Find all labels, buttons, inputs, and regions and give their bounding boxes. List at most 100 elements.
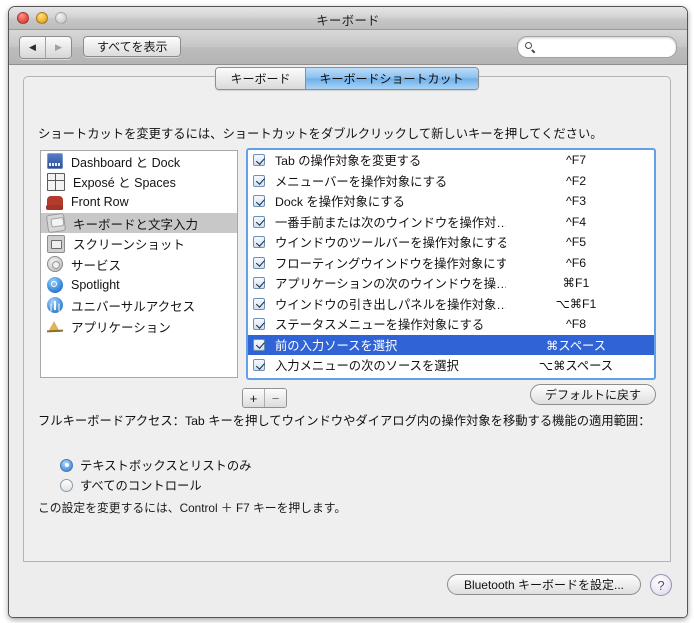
table-row[interactable]: Dock を操作対象にする ^F3 bbox=[248, 191, 654, 212]
settings-note: この設定を変更するには、Control ＋ F7 キーを押します。 bbox=[38, 501, 347, 515]
window-title: キーボード bbox=[316, 14, 380, 28]
radio-button[interactable] bbox=[60, 478, 73, 492]
category-label: Front Row bbox=[71, 195, 129, 210]
shortcut-name: Dock を操作対象にする bbox=[275, 195, 405, 210]
shortcut-key[interactable]: ⌥⌘スペース bbox=[506, 356, 654, 374]
category-row-universal-access[interactable]: ユニバーサルアクセス bbox=[41, 295, 237, 316]
title-bar: キーボード bbox=[9, 7, 687, 30]
table-row[interactable]: ウインドウの引き出しパネルを操作対象… ⌥⌘F1 bbox=[248, 294, 654, 315]
category-row-spotlight[interactable]: Spotlight bbox=[41, 275, 237, 296]
shortcut-name: メニューバーを操作対象にする bbox=[275, 174, 448, 189]
tab-keyboard-shortcuts[interactable]: キーボードショートカット bbox=[304, 68, 478, 89]
shortcut-name: ウインドウのツールバーを操作対象にする bbox=[275, 236, 506, 251]
back-arrow-icon[interactable]: ◀ bbox=[20, 37, 45, 58]
shortcut-name: ステータスメニューを操作対象にする bbox=[275, 318, 485, 333]
table-row[interactable]: ウインドウのツールバーを操作対象にする ^F5 bbox=[248, 232, 654, 253]
shortcut-checkbox[interactable] bbox=[253, 256, 265, 269]
search-input[interactable] bbox=[527, 40, 685, 54]
category-row-keyboard-text-input[interactable]: キーボードと文字入力 bbox=[41, 212, 237, 234]
table-row[interactable]: メニューバーを操作対象にする ^F2 bbox=[248, 171, 654, 192]
remove-shortcut-button: − bbox=[264, 389, 286, 407]
category-label: Exposé と Spaces bbox=[73, 176, 176, 191]
shortcut-name: フローティングウインドウを操作対象にする bbox=[275, 256, 506, 271]
shortcuts-list[interactable]: Tab の操作対象を変更する ^F7 メニューバーを操作対象にする ^F2 Do… bbox=[246, 148, 656, 380]
shortcut-key[interactable]: ⌘F1 bbox=[506, 276, 654, 290]
screenshot-icon bbox=[47, 234, 65, 253]
front-row-icon bbox=[45, 195, 63, 210]
tab-keyboard[interactable]: キーボード bbox=[216, 68, 305, 89]
forward-arrow-icon: ▶ bbox=[45, 37, 71, 58]
shortcut-name: 前の入力ソースを選択 bbox=[275, 338, 398, 353]
category-row-services[interactable]: サービス bbox=[41, 254, 237, 275]
shortcut-checkbox[interactable] bbox=[253, 297, 265, 310]
table-row[interactable]: フローティングウインドウを操作対象にする ^F6 bbox=[248, 253, 654, 274]
table-row[interactable]: Tab の操作対象を変更する ^F7 bbox=[248, 150, 654, 171]
show-all-button[interactable]: すべてを表示 bbox=[83, 36, 182, 57]
shortcut-name: アプリケーションの次のウインドウを操… bbox=[275, 277, 506, 292]
category-label: サービス bbox=[71, 258, 122, 273]
shortcut-name: Tab の操作対象を変更する bbox=[275, 154, 422, 169]
add-shortcut-button[interactable]: + bbox=[243, 389, 264, 407]
universal-access-icon bbox=[47, 297, 63, 314]
radio-button[interactable] bbox=[60, 458, 73, 472]
shortcut-checkbox[interactable] bbox=[253, 195, 265, 208]
category-row-applications[interactable]: アプリケーション bbox=[41, 316, 237, 337]
shortcut-key[interactable]: ⌘スペース bbox=[506, 336, 654, 354]
search-field[interactable] bbox=[517, 36, 685, 58]
shortcut-checkbox[interactable] bbox=[253, 318, 265, 331]
tab-bar: キーボード キーボードショートカット bbox=[24, 67, 670, 90]
dashboard-icon bbox=[47, 153, 63, 170]
shortcut-checkbox[interactable] bbox=[253, 215, 265, 228]
radio-label: テキストボックスとリストのみ bbox=[80, 459, 252, 473]
shortcut-checkbox[interactable] bbox=[253, 359, 265, 372]
category-row-dashboard-dock[interactable]: Dashboard と Dock bbox=[41, 151, 237, 172]
keyboard-icon bbox=[45, 212, 67, 234]
category-row-expose-spaces[interactable]: Exposé と Spaces bbox=[41, 172, 237, 193]
shortcut-key[interactable]: ^F5 bbox=[506, 235, 654, 249]
table-row[interactable]: ステータスメニューを操作対象にする ^F8 bbox=[248, 314, 654, 335]
table-row[interactable]: 入力メニューの次のソースを選択 ⌥⌘スペース bbox=[248, 355, 654, 376]
shortcut-checkbox[interactable] bbox=[253, 174, 265, 187]
shortcut-checkbox[interactable] bbox=[253, 154, 265, 167]
applications-icon bbox=[47, 318, 63, 334]
shortcut-name: 入力メニューの次のソースを選択 bbox=[275, 359, 459, 374]
setup-bluetooth-keyboard-button[interactable]: Bluetooth キーボードを設定... bbox=[446, 574, 641, 595]
category-row-screenshot[interactable]: スクリーンショット bbox=[41, 233, 237, 254]
spotlight-icon bbox=[47, 276, 63, 293]
shortcut-key[interactable]: ^F3 bbox=[506, 194, 654, 208]
full-keyboard-access-radio-group: テキストボックスとリストのみ すべてのコントロール bbox=[60, 455, 251, 495]
shortcut-key[interactable]: ^F6 bbox=[506, 256, 654, 270]
category-row-front-row[interactable]: Front Row bbox=[41, 192, 237, 213]
shortcut-checkbox[interactable] bbox=[253, 338, 265, 351]
services-gear-icon bbox=[47, 256, 63, 273]
category-list[interactable]: Dashboard と Dock Exposé と Spaces Front R… bbox=[40, 150, 238, 378]
category-label: Dashboard と Dock bbox=[71, 155, 181, 170]
radio-option-all-controls[interactable]: すべてのコントロール bbox=[60, 475, 251, 495]
window-body: キーボード キーボードショートカット ショートカットを変更するには、ショートカッ… bbox=[9, 65, 687, 617]
full-keyboard-access-label: フルキーボードアクセス：Tab キーを押してウインドウやダイアログ内の操作対象を… bbox=[38, 414, 651, 428]
preference-pane: キーボード キーボードショートカット ショートカットを変更するには、ショートカッ… bbox=[23, 67, 671, 562]
toolbar: ◀ ▶ すべてを表示 bbox=[9, 30, 687, 65]
radio-option-text-boxes-and-lists[interactable]: テキストボックスとリストのみ bbox=[60, 455, 251, 475]
shortcut-checkbox[interactable] bbox=[253, 236, 265, 249]
preferences-window: キーボード ◀ ▶ すべてを表示 キーボード キーボードショートカット ショート… bbox=[8, 6, 688, 618]
shortcut-key[interactable]: ^F2 bbox=[506, 174, 654, 188]
help-button[interactable]: ? bbox=[650, 574, 672, 596]
category-label: ユニバーサルアクセス bbox=[71, 299, 196, 314]
shortcut-name: 一番手前または次のウインドウを操作対… bbox=[275, 215, 506, 230]
table-row[interactable]: アプリケーションの次のウインドウを操… ⌘F1 bbox=[248, 273, 654, 294]
table-row[interactable]: 一番手前または次のウインドウを操作対… ^F4 bbox=[248, 212, 654, 233]
shortcut-checkbox[interactable] bbox=[253, 277, 265, 290]
shortcut-key[interactable]: ⌥⌘F1 bbox=[506, 297, 654, 311]
instruction-text: ショートカットを変更するには、ショートカットをダブルクリックして新しいキーを押し… bbox=[38, 127, 603, 141]
shortcut-key[interactable]: ^F8 bbox=[506, 317, 654, 331]
navigation-segmented-control: ◀ ▶ bbox=[19, 36, 72, 59]
radio-label: すべてのコントロール bbox=[80, 479, 202, 493]
shortcut-key[interactable]: ^F4 bbox=[506, 215, 654, 229]
table-row[interactable]: 前の入力ソースを選択 ⌘スペース bbox=[248, 334, 654, 355]
category-label: スクリーンショット bbox=[73, 238, 185, 253]
restore-defaults-button[interactable]: デフォルトに戻す bbox=[529, 384, 656, 405]
shortcut-name: ウインドウの引き出しパネルを操作対象… bbox=[275, 297, 506, 312]
shortcut-key[interactable]: ^F7 bbox=[506, 153, 654, 167]
category-label: キーボードと文字入力 bbox=[73, 217, 199, 232]
